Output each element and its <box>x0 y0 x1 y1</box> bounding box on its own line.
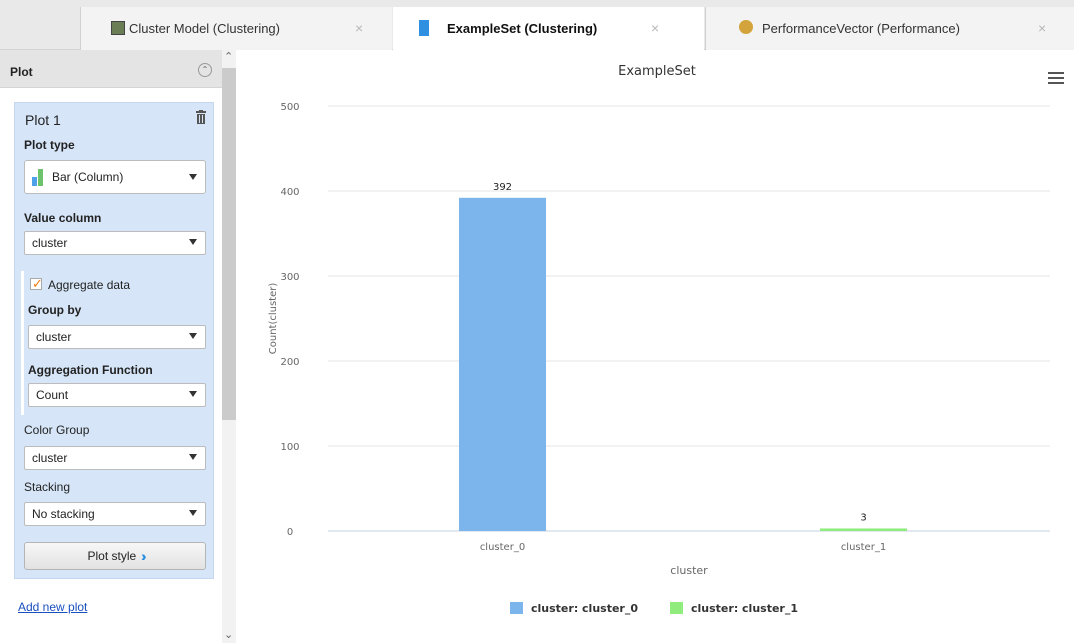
chevron-down-icon <box>189 510 197 516</box>
x-tick-label: cluster_0 <box>480 542 525 553</box>
plot-config-panel: Plot ⌃ Plot 1 Plot type Bar (Column) Val… <box>0 50 222 643</box>
y-tick-label: 100 <box>280 442 299 453</box>
y-tick-label: 300 <box>280 272 299 283</box>
bar-chart: ExampleSet 0 100 200 300 400 500 Count(cluster)… <box>268 64 1050 615</box>
close-icon[interactable]: × <box>651 20 659 36</box>
value-column-value: cluster <box>32 236 68 250</box>
bar <box>459 197 546 532</box>
check-icon: ✓ <box>32 276 43 291</box>
plot-style-label: Plot style <box>87 549 137 563</box>
y-tick-label: 500 <box>280 102 299 113</box>
chevron-down-icon <box>189 454 197 460</box>
bar <box>820 528 907 531</box>
add-new-plot-link[interactable]: Add new plot <box>18 600 87 614</box>
legend-label: cluster: cluster_0 <box>531 602 638 615</box>
plot-type-select[interactable]: Bar (Column) <box>24 160 206 194</box>
plot-type-value: Bar (Column) <box>52 170 124 184</box>
x-tick-label: cluster_1 <box>841 542 886 553</box>
plot-config-box: Plot 1 Plot type Bar (Column) Value colu… <box>14 102 214 579</box>
tab-label: PerformanceVector (Performance) <box>762 21 960 36</box>
performance-icon <box>739 20 753 34</box>
aggregation-function-select[interactable]: Count <box>28 383 206 407</box>
color-group-select[interactable]: cluster <box>24 446 206 470</box>
y-tick-label: 400 <box>280 187 299 198</box>
stacking-label: Stacking <box>24 480 71 494</box>
aggregate-label: Aggregate data <box>48 278 131 292</box>
y-axis-label: Count(cluster) <box>268 283 279 355</box>
double-chevron-right-icon: ›› <box>141 548 148 564</box>
aggregation-function-label: Aggregation Function <box>28 363 153 377</box>
chevron-down-icon <box>189 333 197 339</box>
bar-chart-icon <box>32 168 44 186</box>
legend-swatch <box>510 602 523 614</box>
plot-title: Plot 1 <box>25 112 61 128</box>
panel-header: Plot ⌃ <box>0 50 222 88</box>
color-group-value: cluster <box>32 451 68 465</box>
value-column-select[interactable]: cluster <box>24 231 206 255</box>
tab-performance-vector[interactable]: PerformanceVector (Performance) × <box>705 7 1074 50</box>
trash-icon[interactable] <box>196 110 206 124</box>
data-label: 3 <box>860 512 866 523</box>
stacking-select[interactable]: No stacking <box>24 502 206 526</box>
tab-label: ExampleSet (Clustering) <box>447 21 598 36</box>
legend-swatch <box>670 602 683 614</box>
cluster-model-icon <box>111 21 125 35</box>
y-tick-label: 200 <box>280 357 299 368</box>
example-set-icon <box>419 20 429 36</box>
group-by-value: cluster <box>36 330 72 344</box>
scroll-up-icon[interactable]: ⌃ <box>224 50 233 63</box>
scrollbar-thumb[interactable] <box>222 68 236 420</box>
legend-label: cluster: cluster_1 <box>691 602 798 615</box>
panel-title: Plot <box>10 65 33 79</box>
chevron-down-icon <box>189 239 197 245</box>
scroll-down-icon[interactable]: ⌄ <box>224 628 233 641</box>
chevron-down-icon <box>189 391 197 397</box>
menu-icon[interactable] <box>1048 72 1064 84</box>
aggregate-group-bar <box>21 271 24 415</box>
tab-bar: Cluster Model (Clustering) × ExampleSet … <box>0 0 1074 50</box>
x-axis-label: cluster <box>670 564 708 577</box>
plot-type-label: Plot type <box>24 138 75 152</box>
chart-area: ExampleSet 0 100 200 300 400 500 Count(cluster)… <box>236 50 1074 643</box>
aggregation-function-value: Count <box>36 388 69 402</box>
group-by-select[interactable]: cluster <box>28 325 206 349</box>
value-column-label: Value column <box>24 211 102 225</box>
close-icon[interactable]: × <box>1038 20 1046 36</box>
chart-title: ExampleSet <box>618 64 696 79</box>
y-tick-label: 0 <box>287 527 293 538</box>
tab-example-set[interactable]: ExampleSet (Clustering) × <box>393 7 704 50</box>
collapse-icon[interactable]: ⌃ <box>198 63 212 77</box>
plot-style-button[interactable]: Plot style ›› <box>24 542 206 570</box>
chevron-down-icon <box>189 174 197 180</box>
tab-label: Cluster Model (Clustering) <box>129 21 280 36</box>
data-label: 392 <box>493 182 512 193</box>
color-group-label: Color Group <box>24 423 90 437</box>
close-icon[interactable]: × <box>355 20 363 36</box>
stacking-value: No stacking <box>32 507 95 521</box>
group-by-label: Group by <box>28 303 82 317</box>
aggregate-checkbox[interactable]: ✓ <box>30 276 43 291</box>
tab-cluster-model[interactable]: Cluster Model (Clustering) × <box>80 7 392 50</box>
